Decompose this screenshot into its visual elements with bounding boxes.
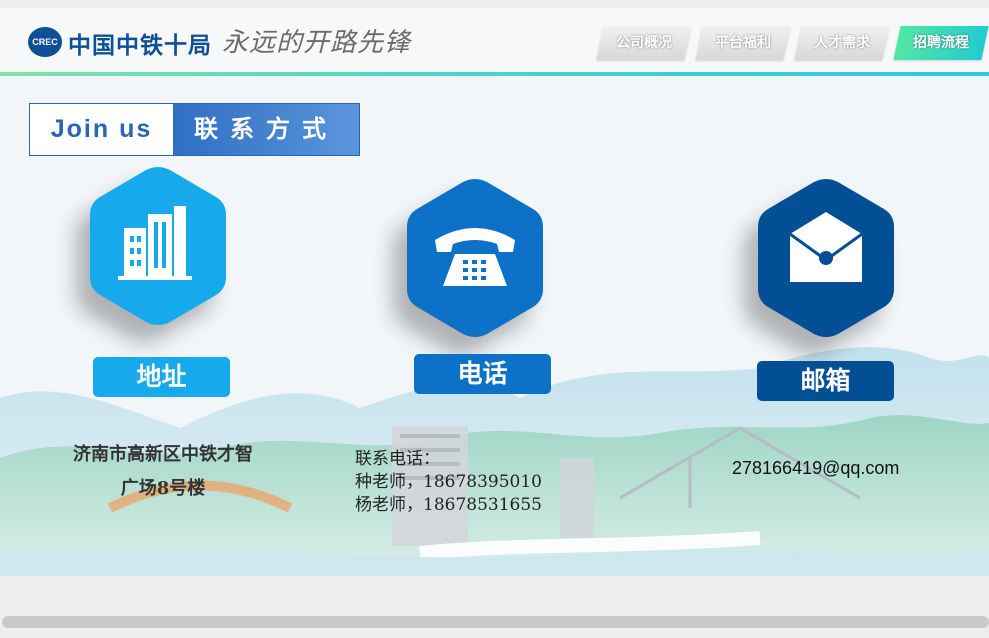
nav-label: 平台福利 [715,35,771,51]
company-name[interactable]: 中国中铁十局 [68,26,212,60]
envelope-icon [789,212,863,282]
nav-label: 人才需求 [814,35,870,51]
heading-english: Join us [50,115,153,143]
phone-text: 联系电话： 种老师，18678395010 杨老师，18678531655 [355,448,542,517]
phone-number[interactable]: 杨老师，18678531655 [355,494,542,517]
slogan: 永远的开路先锋 [222,28,412,58]
section-heading: Join us 联系方式 [29,103,360,156]
address-line: 广场8号楼 [120,478,206,499]
address-line: 济南市高新区中铁才智 [73,444,253,465]
nav-company-overview[interactable]: 公司概况 [596,26,692,60]
heading-chinese: 联系方式 [173,104,359,155]
page: CREC 中国中铁十局 永远的开路先锋 公司概况 平台福利 人才需求 招聘流程 [0,8,989,576]
crec-logo-icon[interactable]: CREC [28,27,62,57]
nav-platform-benefits[interactable]: 平台福利 [695,26,791,60]
address-hexagon [88,166,228,326]
header: CREC 中国中铁十局 永远的开路先锋 公司概况 平台福利 人才需求 招聘流程 [0,8,989,76]
address-text: 济南市高新区中铁才智 广场8号楼 [58,438,268,506]
header-divider [0,72,989,76]
horizontal-scrollbar[interactable] [2,616,989,628]
phone-number[interactable]: 种老师，18678395010 [355,471,542,494]
email-hexagon [756,178,896,338]
nav-label: 公司概况 [616,35,672,51]
phone-heading: 联系电话： [355,449,440,469]
nav-recruitment-process[interactable]: 招聘流程 [893,26,989,60]
email-label: 邮箱 [757,361,894,401]
phone-label: 电话 [414,354,551,394]
nav-talent-needs[interactable]: 人才需求 [794,26,890,60]
email-address[interactable]: 278166419@qq.com [732,458,899,479]
address-label: 地址 [93,357,230,397]
building-icon [118,206,192,280]
nav-label: 招聘流程 [913,35,969,51]
telephone-icon [435,228,515,286]
phone-hexagon [405,178,545,338]
